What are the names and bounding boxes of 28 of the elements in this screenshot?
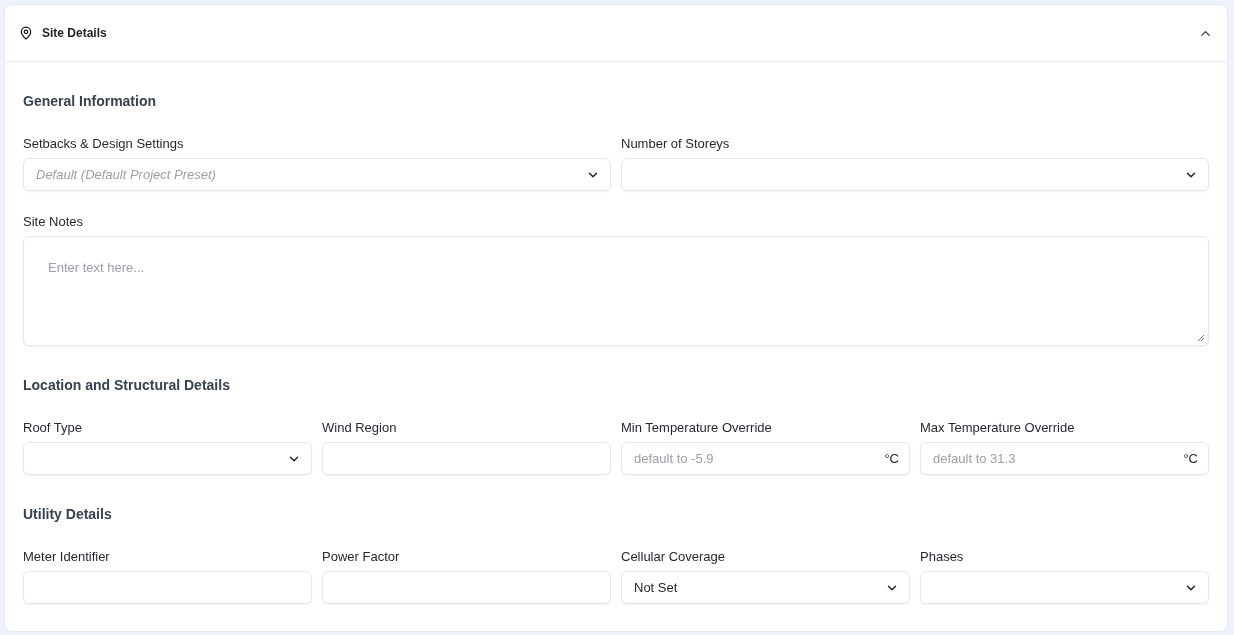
field-label: Number of Storeys — [621, 136, 731, 151]
map-pin-icon — [19, 26, 33, 40]
field-label: Wind Region — [322, 420, 398, 435]
field-label: Site Notes — [23, 214, 84, 229]
select-field[interactable]: Not Set — [621, 571, 910, 604]
field-label: Max Temperature Override — [920, 420, 1076, 435]
panel-title: Site Details — [42, 26, 108, 40]
field-label: Setbacks & Design Settings — [23, 136, 185, 151]
section-heading: General Information — [23, 93, 158, 109]
input-field[interactable] — [23, 571, 312, 604]
section-heading: Location and Structural Details — [23, 377, 231, 393]
select-field[interactable] — [621, 158, 1209, 191]
select-field[interactable] — [920, 571, 1209, 604]
field-label: Roof Type — [23, 420, 84, 435]
resize-handle-icon[interactable] — [1197, 334, 1205, 342]
input-field[interactable] — [322, 442, 611, 475]
field-label: Cellular Coverage — [621, 549, 727, 564]
field-label: Min Temperature Override — [621, 420, 773, 435]
field-label: Phases — [920, 549, 965, 564]
unit-label: °C — [884, 451, 899, 466]
section-heading: Utility Details — [23, 506, 113, 522]
unit-label: °C — [1183, 451, 1198, 466]
input-field[interactable] — [322, 571, 611, 604]
field-label: Power Factor — [322, 549, 401, 564]
input-field[interactable]: default to -5.9 °C — [621, 442, 910, 475]
field-label: Meter Identifier — [23, 549, 111, 564]
input-field[interactable]: default to 31.3 °C — [920, 442, 1209, 475]
select-field[interactable] — [23, 442, 312, 475]
